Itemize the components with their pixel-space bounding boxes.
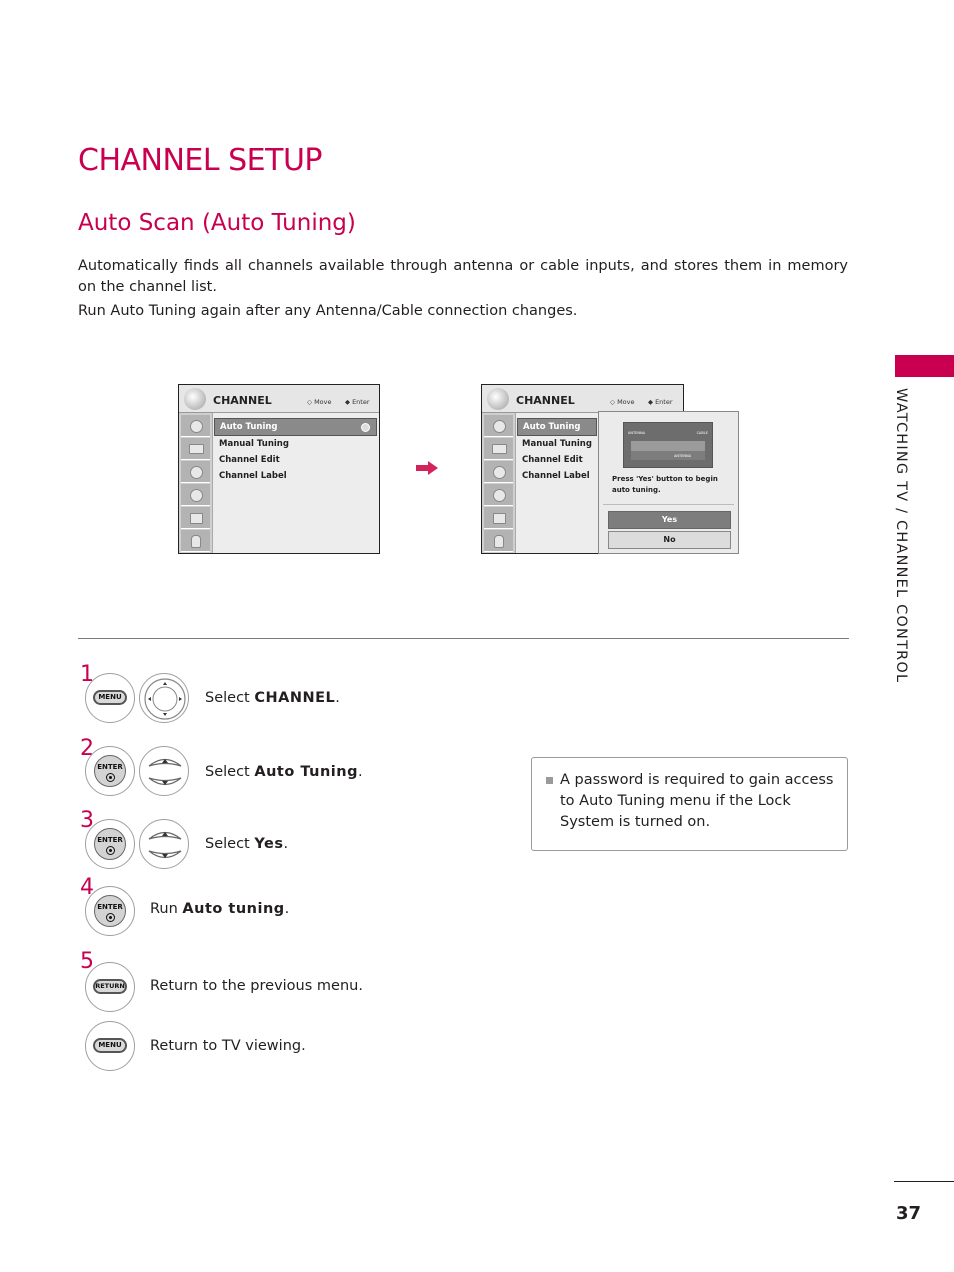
step-instruction: Return to the previous menu. <box>150 978 363 994</box>
page-number-rule <box>894 1181 954 1182</box>
picture-icon[interactable] <box>181 438 210 460</box>
enter-hint: ◆ Enter <box>648 398 673 406</box>
tv-menu-screen: CHANNEL ◇ Move ◆ Enter Auto Tuning Manua… <box>178 384 380 554</box>
enter-dot-icon <box>106 913 115 922</box>
enter-button[interactable]: ENTER <box>85 746 135 796</box>
intro-paragraph: Run Auto Tuning again after any Antenna/… <box>78 303 578 319</box>
yes-button[interactable]: Yes <box>608 511 731 529</box>
tv-menu-header: CHANNEL ◇ Move ◆ Enter <box>179 385 379 413</box>
channel-globe-icon <box>487 388 509 410</box>
tv-menu-header: CHANNEL ◇ Move ◆ Enter <box>482 385 683 413</box>
menu-button[interactable]: MENU <box>85 1021 135 1071</box>
audio-icon[interactable] <box>181 461 210 483</box>
step-instruction: Return to TV viewing. <box>150 1038 306 1054</box>
menu-item-channel-edit[interactable]: Channel Edit <box>214 452 377 468</box>
side-tab-label: WATCHING TV / CHANNEL CONTROL <box>893 388 909 684</box>
bullet-icon <box>546 777 553 784</box>
note-text: A password is required to gain access to… <box>560 772 834 830</box>
option-icon[interactable] <box>484 507 513 529</box>
tv-menu-sidebar <box>179 413 213 553</box>
option-icon[interactable] <box>181 507 210 529</box>
move-hint: ◇ Move <box>307 398 332 406</box>
menu-item-channel-label[interactable]: Channel Label <box>517 468 597 484</box>
enter-hint: ◆ Enter <box>345 398 370 406</box>
tv-menu-sidebar <box>482 413 516 553</box>
picture-icon[interactable] <box>484 438 513 460</box>
page-number: 37 <box>896 1203 922 1224</box>
menu-item-channel-edit[interactable]: Channel Edit <box>517 452 597 468</box>
side-tab-marker <box>895 355 954 377</box>
move-hint: ◇ Move <box>610 398 635 406</box>
nav-updown-button[interactable] <box>139 746 189 796</box>
lock-icon[interactable] <box>181 530 210 552</box>
nav-updown-button[interactable] <box>139 819 189 869</box>
intro-paragraph: Automatically finds all channels availab… <box>78 258 848 295</box>
divider <box>603 504 734 505</box>
popup-message: Press 'Yes' button to begin auto tuning. <box>612 475 718 494</box>
menu-item-manual-tuning[interactable]: Manual Tuning <box>517 436 597 452</box>
auto-tuning-popup: ANTENNA CABLE ANTENNA Press 'Yes' button… <box>598 411 739 554</box>
menu-button[interactable]: MENU <box>85 673 135 723</box>
time-icon[interactable] <box>181 484 210 506</box>
up-down-arrows-icon <box>148 758 182 786</box>
menu-item-auto-tuning[interactable]: Auto Tuning <box>214 418 377 436</box>
audio-icon[interactable] <box>484 461 513 483</box>
channel-globe-icon <box>184 388 206 410</box>
time-icon[interactable] <box>484 484 513 506</box>
enter-dot-icon <box>106 773 115 782</box>
enter-dot-icon <box>106 846 115 855</box>
no-button[interactable]: No <box>608 531 731 549</box>
step-instruction: Run Auto tuning. <box>150 901 290 917</box>
tv-menu-items: Auto Tuning Manual Tuning Channel Edit C… <box>214 418 377 484</box>
tv-menu-title: CHANNEL <box>516 394 575 407</box>
menu-item-manual-tuning[interactable]: Manual Tuning <box>214 436 377 452</box>
note-box: A password is required to gain access to… <box>531 757 848 851</box>
up-down-arrows-icon <box>148 831 182 859</box>
section-title: Auto Scan (Auto Tuning) <box>78 210 356 236</box>
lock-icon[interactable] <box>484 530 513 552</box>
channel-icon[interactable] <box>484 415 513 437</box>
enter-button[interactable]: ENTER <box>85 819 135 869</box>
radio-icon <box>361 423 370 432</box>
tv-menu-title: CHANNEL <box>213 394 272 407</box>
tv-menu-items: Auto Tuning Manual Tuning Channel Edit C… <box>517 418 597 484</box>
antenna-cable-diagram: ANTENNA CABLE ANTENNA <box>623 422 713 468</box>
menu-item-auto-tuning[interactable]: Auto Tuning <box>517 418 597 436</box>
enter-button[interactable]: ENTER <box>85 886 135 936</box>
step-instruction: Select Auto Tuning. <box>205 764 363 780</box>
arrow-right-icon <box>416 461 438 475</box>
four-way-arrows-icon <box>144 678 186 720</box>
menu-item-channel-label[interactable]: Channel Label <box>214 468 377 484</box>
page-title: CHANNEL SETUP <box>78 143 323 178</box>
section-divider <box>78 638 849 639</box>
channel-icon[interactable] <box>181 415 210 437</box>
step-instruction: Select CHANNEL. <box>205 690 340 706</box>
step-instruction: Select Yes. <box>205 836 289 852</box>
nav-4way-button[interactable] <box>139 673 189 723</box>
return-button[interactable]: RETURN <box>85 962 135 1012</box>
